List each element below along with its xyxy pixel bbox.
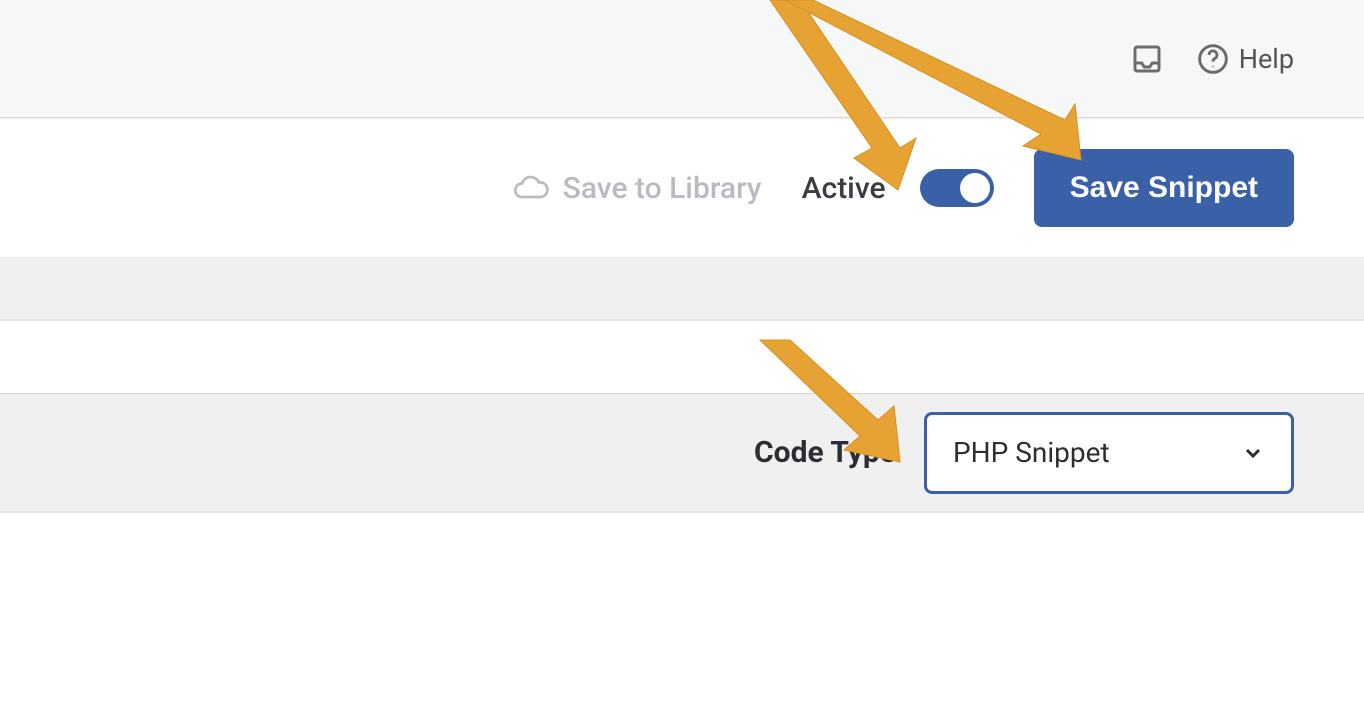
action-bar: Save to Library Active Save Snippet: [0, 118, 1364, 258]
save-to-library-label: Save to Library: [563, 171, 762, 206]
code-editor[interactable]: [0, 512, 1364, 712]
code-type-row: Code Type PHP Snippet: [0, 394, 1364, 512]
separator: [0, 258, 1364, 320]
save-to-library-button[interactable]: Save to Library: [513, 171, 762, 206]
save-snippet-button[interactable]: Save Snippet: [1034, 149, 1294, 227]
code-type-select[interactable]: PHP Snippet: [924, 412, 1294, 494]
inbox-icon: [1131, 43, 1163, 75]
active-toggle-group: Active: [802, 169, 994, 207]
snippet-title-row: [0, 320, 1364, 394]
topbar: Help: [0, 0, 1364, 118]
question-circle-icon: [1197, 43, 1229, 75]
snippet-title-input[interactable]: [0, 331, 1294, 383]
active-toggle[interactable]: [920, 169, 994, 207]
inbox-button[interactable]: [1131, 43, 1163, 75]
cloud-icon: [513, 175, 549, 201]
code-type-label: Code Type: [754, 435, 896, 470]
active-label: Active: [802, 171, 886, 206]
toggle-knob: [960, 173, 990, 203]
help-label: Help: [1239, 43, 1294, 75]
code-type-selected-value: PHP Snippet: [953, 436, 1110, 469]
chevron-down-icon: [1241, 441, 1265, 465]
help-button[interactable]: Help: [1197, 43, 1294, 75]
